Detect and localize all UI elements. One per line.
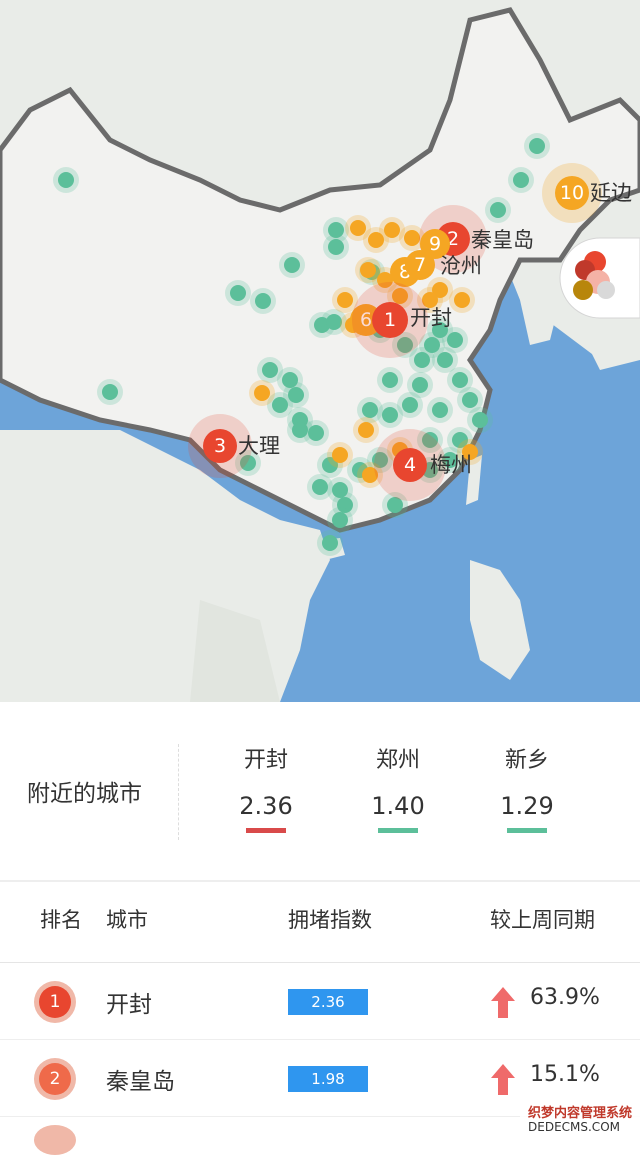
arrow-up-icon (491, 1064, 515, 1095)
city-dot (402, 397, 418, 413)
city-dot (322, 535, 338, 551)
header-rank: 排名 (40, 908, 82, 932)
city-dot (412, 377, 428, 393)
city-dot (332, 512, 348, 528)
legend-toggle-button[interactable] (559, 237, 640, 319)
rank-badge (34, 1125, 76, 1155)
city-dot (58, 172, 74, 188)
hotspot-7[interactable]: 7 (405, 250, 435, 280)
city-dot (462, 392, 478, 408)
nearby-divider (178, 744, 179, 840)
nearby-city-value: 2.36 (239, 792, 293, 820)
city-dot (358, 422, 374, 438)
svg-text:3: 3 (214, 435, 226, 457)
nearby-city-value: 1.29 (500, 792, 554, 820)
label-dali: 大理 (238, 434, 280, 458)
city-dot (350, 220, 366, 236)
city-dot (272, 397, 288, 413)
city-dot (454, 292, 470, 308)
row-index-bar: 2.36 (288, 989, 368, 1015)
svg-text:1: 1 (384, 309, 396, 331)
city-dot (447, 332, 463, 348)
svg-text:7: 7 (414, 254, 426, 276)
city-dot (230, 285, 246, 301)
city-dot (362, 402, 378, 418)
city-dot (312, 479, 328, 495)
row-city: 秦皇岛 (106, 1069, 175, 1095)
watermark: 织梦内容管理系统 DEDECMS.COM (520, 1098, 640, 1139)
city-dot (382, 407, 398, 423)
nearby-city-value: 1.40 (371, 792, 425, 820)
city-dot (337, 292, 353, 308)
nearby-city-bar (378, 828, 418, 833)
table-row[interactable]: 1 开封 2.36 63.9% (0, 963, 640, 1040)
row-city: 开封 (106, 992, 152, 1018)
watermark-line1: 织梦内容管理系统 (528, 1106, 633, 1121)
rank-badge: 2 (34, 1058, 76, 1100)
nearby-city-bar (507, 828, 547, 833)
map-canvas: 10 2 9 8 7 6 1 3 4 延边 秦皇岛 沧州 开封 大理 梅州 (0, 0, 640, 702)
svg-text:10: 10 (560, 182, 584, 204)
label-meizhou: 梅州 (430, 453, 472, 477)
label-kaifeng: 开封 (410, 306, 452, 330)
congestion-map[interactable]: 10 2 9 8 7 6 1 3 4 延边 秦皇岛 沧州 开封 大理 梅州 (0, 0, 640, 702)
label-cangzhou: 沧州 (440, 254, 482, 278)
svg-text:4: 4 (404, 454, 416, 476)
label-qinhuangdao: 秦皇岛 (471, 228, 534, 252)
city-dot (382, 372, 398, 388)
nearby-city-name: 新乡 (504, 748, 549, 773)
nearby-city-bar (246, 828, 286, 833)
city-dot (292, 422, 308, 438)
city-dot (102, 384, 118, 400)
svg-text:9: 9 (429, 233, 441, 255)
rank-badge: 1 (34, 981, 76, 1023)
city-dot (452, 372, 468, 388)
city-dot (384, 222, 400, 238)
city-dot (432, 402, 448, 418)
row-index-bar: 1.98 (288, 1066, 368, 1092)
city-dot (332, 447, 348, 463)
label-yanbian: 延边 (590, 181, 632, 205)
city-dot (513, 172, 529, 188)
header-index: 拥堵指数 (288, 908, 372, 932)
watermark-line2: DEDECMS.COM (528, 1120, 620, 1134)
city-dot (472, 412, 488, 428)
city-dot (255, 293, 271, 309)
arrow-up-icon (491, 987, 515, 1018)
city-dot (326, 314, 342, 330)
header-change: 较上周同期 (490, 908, 595, 932)
city-dot (424, 337, 440, 353)
city-dot (254, 385, 270, 401)
header-city: 城市 (106, 908, 148, 932)
nearby-city-name: 郑州 (375, 748, 420, 773)
city-dot (262, 362, 278, 378)
nearby-city-name: 开封 (243, 748, 288, 773)
row-change: 63.9% (530, 985, 600, 1010)
city-dot (529, 138, 545, 154)
nearby-cities-panel: 附近的城市 开封 2.36 郑州 1.40 新乡 1.29 (0, 702, 640, 880)
city-dot (490, 202, 506, 218)
nearby-title: 附近的城市 (27, 781, 142, 807)
city-dot (404, 230, 420, 246)
row-change: 15.1% (530, 1062, 600, 1087)
city-dot (284, 257, 300, 273)
city-dot (328, 239, 344, 255)
